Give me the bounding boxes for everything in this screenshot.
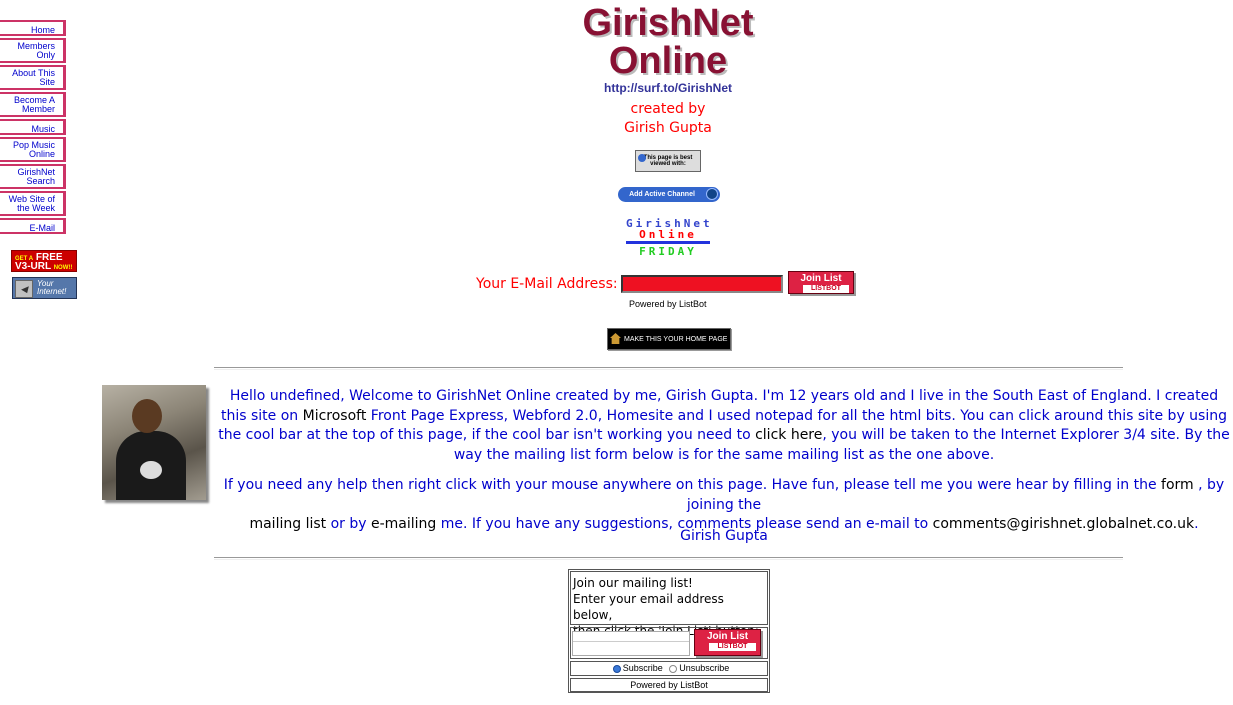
free-v3-url-banner[interactable]: GET A FREE V3-URL NOW!! [11,250,77,272]
gn-logo-day: FRIDAY [639,245,697,258]
speaker-icon: ◀ [15,280,33,298]
subscribe-radio[interactable] [612,664,621,673]
girishnet-friday-logo: GirishNet Online FRIDAY [626,218,710,257]
site-logo-line1: GirishNet [582,2,754,44]
signature: Girish Gupta [680,528,768,544]
microsoft-link[interactable]: Microsoft [303,408,367,424]
created-by: created by [630,101,706,117]
site-logo-line2: Online [608,40,728,82]
author-name: Girish Gupta [624,120,712,136]
house-icon [610,333,621,344]
join-list-label: Join List [800,273,842,284]
badge-free-left: V3-URL [15,261,51,272]
nav-pop-music-online[interactable]: Pop Music Online [0,137,66,162]
best-viewed-with-badge[interactable]: This page is best viewed with: [635,150,701,172]
divider [214,557,1123,560]
unsubscribe-label: Unsubscribe [679,663,730,673]
badge-net-text2: Internet! [37,287,67,296]
divider [214,367,1123,370]
add-active-channel-button[interactable]: Add Active Channel [618,187,720,202]
channel-label: Add Active Channel [629,191,695,198]
ml-join-label: Join List [706,631,749,642]
gn-logo-bar [626,241,710,244]
badge-free-now: NOW!! [53,265,73,271]
join-list-button[interactable]: Join List LISTBOT [788,271,854,294]
nav-email[interactable]: E-Mail [0,218,66,234]
help-text-1: If you need any help then right click wi… [223,477,1157,493]
gn-logo-line2: Online [639,228,697,241]
nav-girishnet-search[interactable]: GirishNet Search [0,164,66,189]
ml-listbot-label: LISTBOT [709,643,756,651]
ml-line2: Enter your email address below, [573,592,724,622]
click-here-link[interactable]: click here [755,427,822,443]
mailing-list-input-row: Join List LISTBOT [570,627,768,659]
subscribe-label: Subscribe [622,663,663,673]
subscribe-options: Subscribe Unsubscribe [570,661,768,676]
unsubscribe-radio[interactable] [669,664,678,673]
intro-paragraph: Hello undefined, Welcome to GirishNet On… [218,387,1230,465]
powered-by-listbot[interactable]: Powered by ListBot [629,299,707,309]
home-page-label: MAKE THIS YOUR HOME PAGE [624,336,728,343]
help-paragraph: If you need any help then right click wi… [218,476,1230,535]
email-input[interactable] [621,275,783,293]
channel-icon [706,188,718,200]
author-photo [102,385,206,500]
make-home-page-button[interactable]: MAKE THIS YOUR HOME PAGE [607,328,731,350]
mailing-list-email-input[interactable] [572,631,690,656]
mailing-list-instructions: Join our mailing list! Enter your email … [570,571,768,638]
ml-line1: Join our mailing list! [573,576,693,590]
nav-web-site-of-the-week[interactable]: Web Site of the Week [0,191,66,216]
mailing-list-join-button[interactable]: Join List LISTBOT [694,629,761,656]
listbot-label: LISTBOT [803,285,849,293]
mailing-list-form: Join our mailing list! Enter your email … [568,569,770,693]
your-internet-banner[interactable]: ◀ Your Internet! [12,277,77,299]
email-label: Your E-Mail Address: [476,276,618,292]
site-url[interactable]: http://surf.to/GirishNet [0,81,1233,95]
form-link[interactable]: form [1161,477,1194,493]
listbot-powered-by[interactable]: Powered by ListBot [570,678,768,692]
